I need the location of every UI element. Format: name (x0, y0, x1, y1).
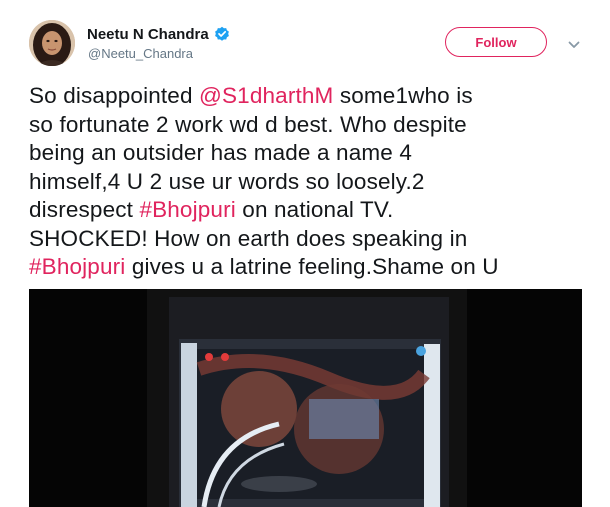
user-handle[interactable]: @Neetu_Chandra (88, 46, 193, 61)
tweet-text-segment: so fortunate 2 work wd d best. Who despi… (29, 111, 467, 137)
hashtag-link[interactable]: #Bhojpuri (139, 197, 235, 222)
tweet-text-line: #Bhojpuri gives u a latrine feeling.Sham… (29, 253, 594, 282)
tweet-text-line: disrespect #Bhojpuri on national TV. (29, 196, 594, 225)
follow-button[interactable]: Follow (445, 27, 547, 57)
tweet-text-segment: himself,4 U 2 use ur words so loosely.2 (29, 168, 425, 194)
tweet-text-segment: SHOCKED! How on earth does speaking in (29, 225, 468, 251)
tweet-card: Neetu N Chandra @Neetu_Chandra Follow So… (0, 0, 610, 507)
tweet-text-segment: disrespect (29, 197, 140, 222)
mention-link[interactable]: @S1dharthM (199, 83, 333, 108)
tweet-text-line: SHOCKED! How on earth does speaking in (29, 225, 594, 254)
tweet-text-segment: being an outsider has made a name 4 (29, 140, 413, 165)
tweet-text: So disappointed @S1dharthM some1who is so… (29, 82, 594, 282)
tweet-text-segment: So disappointed (29, 83, 200, 108)
verified-badge-icon (214, 26, 230, 42)
tweet-text-line: so fortunate 2 work wd d best. Who despi… (29, 111, 594, 140)
user-name-row: Neetu N Chandra (87, 24, 230, 44)
tweet-text-line: So disappointed @S1dharthM some1who is (29, 82, 594, 111)
tweet-text-line: being an outsider has made a name 4 (29, 139, 594, 168)
avatar[interactable] (29, 20, 75, 66)
display-name[interactable]: Neetu N Chandra (87, 26, 209, 43)
tweet-text-segment: some1who is (333, 83, 473, 108)
chevron-down-icon[interactable] (567, 37, 581, 48)
tweet-text-line: himself,4 U 2 use ur words so loosely.2 (29, 168, 594, 197)
tweet-text-segment: gives u a latrine feeling.Shame on U (125, 254, 499, 279)
tweet-text-segment: on national TV. (235, 197, 394, 222)
tweet-video-thumbnail[interactable] (29, 289, 582, 507)
hashtag-link[interactable]: #Bhojpuri (29, 254, 125, 279)
